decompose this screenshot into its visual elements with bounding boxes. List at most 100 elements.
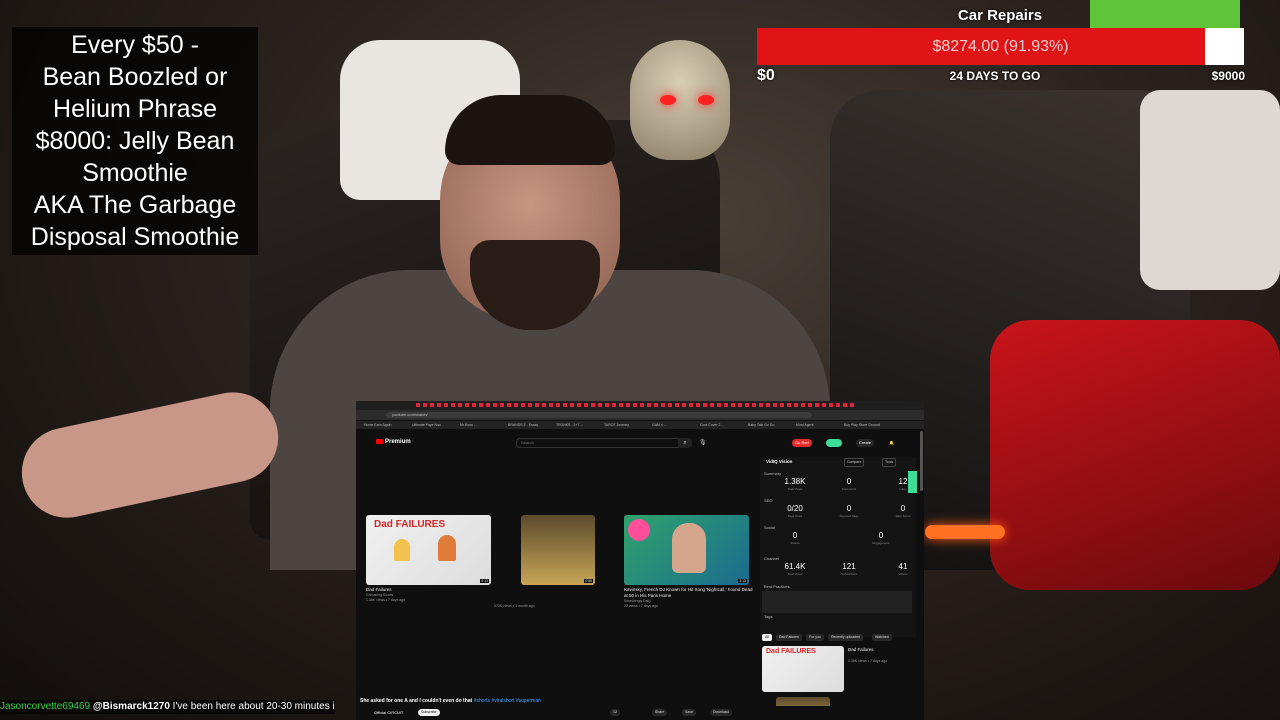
mic-icon[interactable]: 🎙: [699, 439, 707, 446]
video-meta-3: 22 views • 7 days ago: [624, 604, 658, 608]
cartoon-girl: [394, 539, 410, 561]
side-video-title[interactable]: Dad Failures: [848, 647, 874, 653]
subscribe-button[interactable]: Subscribe: [418, 709, 440, 716]
chat-text: I've been here about 20-30 minutes i: [172, 701, 335, 712]
filter-chip[interactable]: Watched: [872, 634, 892, 641]
caption-text: She asked for one A and I couldn't even …: [360, 698, 473, 704]
streamer-hair: [445, 95, 615, 165]
video-meta-1: 1.38K views • 7 days ago: [366, 598, 406, 602]
browser-tabs[interactable]: [416, 403, 856, 407]
filter-chip[interactable]: Dad Failures: [776, 634, 802, 641]
stat-label: Total Views: [787, 487, 803, 491]
video-duration: 0:13: [480, 579, 489, 583]
stat-value: 61.4K: [784, 562, 806, 571]
stat-label: Engagement: [872, 541, 890, 545]
stat-label: Videos: [898, 572, 908, 576]
donation-progress-bar: $8274.00 (91.93%): [757, 28, 1244, 65]
donation-max-label: $9000: [1211, 69, 1245, 83]
streamer-hand: [13, 383, 287, 527]
bookmark-item[interactable]: TAROT Journey: [604, 423, 629, 427]
bookmark-item[interactable]: Cool Cover 2 ...: [700, 423, 724, 427]
share-button[interactable]: Share: [652, 709, 668, 716]
video-thumbnail-1[interactable]: Dad FAILURES 0:13: [366, 515, 491, 585]
stat-value: 0: [846, 477, 852, 486]
flower: [628, 519, 650, 541]
led-glow: [925, 525, 1005, 539]
bookmark-item[interactable]: BRANDS 2 - Essay: [508, 423, 538, 427]
bookmark-item[interactable]: Baby Talk Go Go: [748, 423, 774, 427]
video-thumbnail-2[interactable]: 0:55: [521, 515, 595, 585]
go-red-button[interactable]: Go Red: [792, 439, 812, 447]
search-icon[interactable]: ⌕: [678, 438, 692, 448]
red-blanket: [990, 320, 1280, 590]
stat-label: Keyword Tags: [839, 514, 859, 518]
stat-value: 41: [898, 562, 908, 571]
seo-label: SEO: [764, 498, 773, 503]
video-thumbnail-3[interactable]: 3:13: [624, 515, 749, 585]
best-practices-label: Best Practices: [764, 584, 790, 589]
youtube-search-input[interactable]: Search: [516, 438, 682, 448]
url-field[interactable]: youtube.com/watch/: [386, 412, 812, 418]
best-practices-box: [762, 591, 912, 613]
bookmark-item[interactable]: Mind Agent: [796, 423, 814, 427]
like-button[interactable]: 12: [610, 709, 620, 716]
cartoon-boy: [438, 535, 456, 561]
stat-value: 12: [898, 477, 908, 486]
social-label: Social: [764, 525, 775, 530]
stat-value: 0: [900, 504, 906, 513]
browser-screen-share: youtube.com/watch/ Home Earn Again Ultima…: [356, 401, 924, 720]
video-meta-2: 572K views • 1 month ago: [494, 604, 535, 608]
channel-name[interactable]: Official CIRCUIT: [374, 710, 403, 715]
youtube-logo[interactable]: Premium: [376, 439, 411, 445]
skull-eye-right: [698, 95, 714, 105]
video-duration: 0:55: [584, 579, 593, 583]
tools-button[interactable]: Tools: [882, 458, 897, 467]
stat-label: Total Views: [787, 572, 803, 576]
filter-chip[interactable]: All: [762, 634, 772, 641]
compare-button[interactable]: Compare: [844, 458, 865, 467]
skeleton-skull: [630, 40, 730, 160]
stat-label: Likes: [899, 487, 907, 491]
video-title-3[interactable]: Kavinsky, French DJ Known for Hit Song '…: [624, 587, 754, 599]
bookmark-item[interactable]: Buy Play Store Ground: [844, 423, 880, 427]
side-video-meta: 1.38K views • 7 days ago: [848, 659, 888, 663]
thumbnail-text: Dad FAILURES: [374, 519, 446, 530]
bookmark-item[interactable]: Home Earn Again: [364, 423, 391, 427]
stat-value: 0: [792, 531, 798, 540]
save-button[interactable]: Save: [682, 709, 696, 716]
notification-icon[interactable]: 🔔: [886, 439, 897, 447]
donation-days-label: 24 DAYS TO GO: [949, 69, 1041, 83]
thumbnail-text: Dad FAILURES: [766, 648, 816, 655]
channel-label: Channel: [764, 556, 779, 561]
create-button[interactable]: Create: [856, 439, 875, 447]
stat-value: 121: [842, 562, 856, 571]
filter-chip[interactable]: For you: [806, 634, 824, 641]
vidiq-title: VidIQ Vision: [766, 459, 793, 464]
caption-hashtags[interactable]: #shorts #viralshort #superman: [474, 698, 541, 704]
goal-text-overlay: Every $50 - Bean Boozled or Helium Phras…: [12, 27, 258, 255]
bookmark-item[interactable]: TRUNKS - 2+7 ...: [556, 423, 583, 427]
chat-message: Jasoncorvette69469 @Bismarck1270 I've be…: [0, 700, 335, 714]
vidiq-toggle-icon[interactable]: [826, 439, 842, 447]
donation-min-label: $0: [757, 67, 775, 84]
tags-label: Tags: [764, 614, 773, 619]
chat-mention: @Bismarck1270: [92, 701, 170, 712]
stat-value: 0: [846, 504, 852, 513]
donation-goal-title: Car Repairs: [957, 7, 1043, 24]
shorts-caption: She asked for one A and I couldn't even …: [360, 698, 541, 704]
person-face: [672, 523, 706, 573]
chat-username: Jasoncorvette69469: [0, 701, 91, 712]
side-video-thumbnail[interactable]: Dad FAILURES: [762, 646, 844, 692]
stat-label: SEO Score: [895, 514, 911, 518]
summary-label: Summary: [764, 471, 782, 476]
bookmark-item[interactable]: GAM 4 ...: [652, 423, 667, 427]
green-object: [1090, 0, 1240, 28]
stat-value: 0/20: [787, 504, 803, 513]
stat-label: Comments: [841, 487, 857, 491]
download-button[interactable]: Download: [710, 709, 732, 716]
bookmarks-bar: [356, 421, 924, 429]
stat-label: Shares: [790, 541, 800, 545]
bookmark-item[interactable]: Mr Boss - ...: [460, 423, 479, 427]
filter-chip[interactable]: Recently uploaded: [828, 634, 863, 641]
bookmark-item[interactable]: Ultimate Faye Nuo: [412, 423, 441, 427]
